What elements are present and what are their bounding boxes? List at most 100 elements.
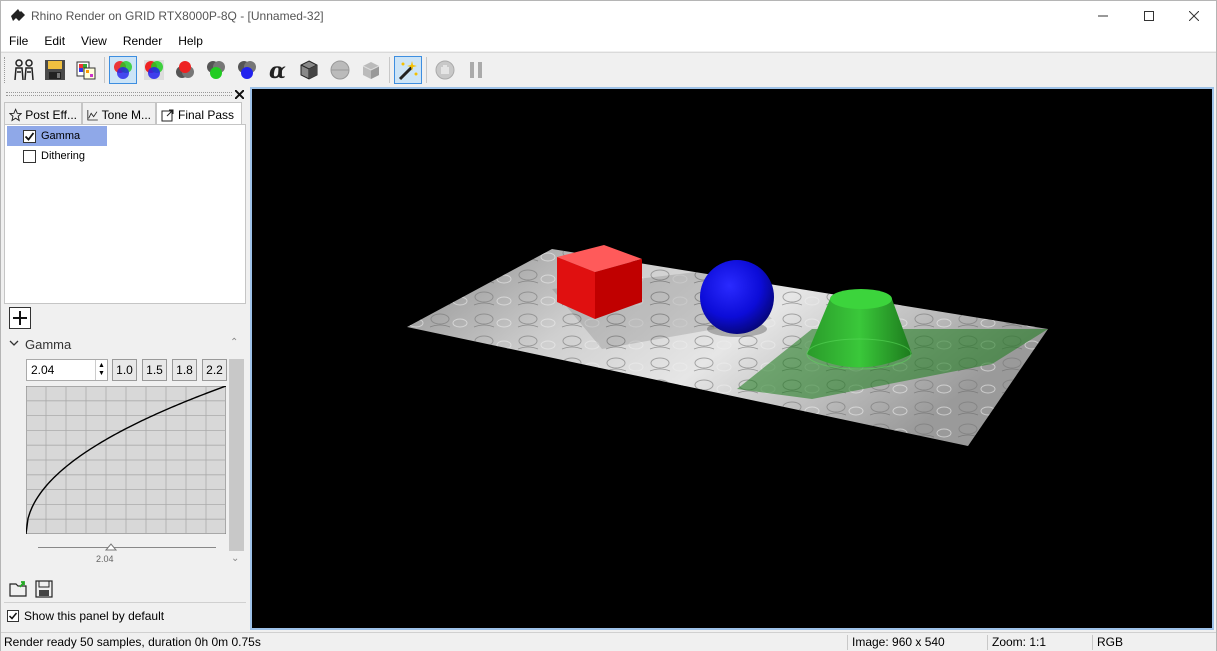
toolbar: α <box>1 52 1216 86</box>
save-icon <box>35 580 53 598</box>
blue-channel-icon <box>238 61 256 79</box>
panel-tabs: Post Eff... Tone M... Final Pass <box>4 102 246 124</box>
show-default-checkbox[interactable] <box>7 610 19 622</box>
preset-1-8-button[interactable]: 1.8 <box>172 359 197 381</box>
gamma-slider-track[interactable] <box>38 547 216 548</box>
divider <box>1092 635 1093 650</box>
close-button[interactable] <box>1171 1 1217 31</box>
post-effects-wand-button[interactable] <box>394 56 422 84</box>
minimize-icon <box>1098 15 1108 17</box>
green-cone-top <box>830 289 892 309</box>
list-item-label: Gamma <box>41 130 81 142</box>
list-item-gamma[interactable]: Gamma <box>7 126 107 146</box>
divider <box>4 602 246 603</box>
star-icon <box>9 108 23 122</box>
tab-label: Tone M... <box>101 108 151 122</box>
save-preset-button[interactable] <box>33 578 55 600</box>
gamma-value-field[interactable]: 2.04 ▲ ▼ <box>26 359 108 381</box>
title-bar: Rhino Render on GRID RTX8000P-8Q - [Unna… <box>1 1 1216 31</box>
checkmark-icon <box>8 612 18 620</box>
preset-1-0-button[interactable]: 1.0 <box>112 359 137 381</box>
menu-edit[interactable]: Edit <box>36 31 73 51</box>
gamma-section-header[interactable]: Gamma <box>9 335 241 353</box>
list-item-label: Dithering <box>41 150 86 162</box>
red-channel-button[interactable] <box>171 56 199 84</box>
panel-scrollbar[interactable] <box>229 359 244 551</box>
render-viewport[interactable] <box>250 87 1214 630</box>
render-window: Rhino Render on GRID RTX8000P-8Q - [Unna… <box>0 0 1217 651</box>
blue-channel-button[interactable] <box>233 56 261 84</box>
save-button[interactable] <box>41 56 69 84</box>
checkmark-icon <box>24 131 35 141</box>
show-panel-default-option[interactable]: Show this panel by default <box>7 607 164 625</box>
chart-line-icon <box>87 110 98 121</box>
rgb-channels-alt-button[interactable] <box>140 56 168 84</box>
sphere-channel-button[interactable] <box>326 56 354 84</box>
tab-label: Final Pass <box>178 108 235 122</box>
plus-icon <box>13 311 27 325</box>
pause-icon <box>470 62 482 78</box>
tab-label: Post Eff... <box>25 108 77 122</box>
toolbar-grip[interactable] <box>4 57 7 83</box>
spin-down-icon[interactable]: ▼ <box>98 370 105 378</box>
rgb-channels-alt-icon <box>144 60 164 80</box>
rhino-app-icon <box>11 9 25 21</box>
add-effect-button[interactable] <box>9 307 31 329</box>
menu-help[interactable]: Help <box>170 31 211 51</box>
color-palette-icon <box>76 61 96 80</box>
gamma-slider-thumb[interactable] <box>104 543 117 551</box>
chevron-up-icon[interactable]: ⌃ <box>230 337 238 348</box>
status-channel: RGB <box>1097 635 1124 649</box>
list-item-dithering[interactable]: Dithering <box>7 146 85 166</box>
menu-view[interactable]: View <box>73 31 115 51</box>
preset-2-2-button[interactable]: 2.2 <box>202 359 227 381</box>
spin-up-icon[interactable]: ▲ <box>98 362 105 370</box>
rgb-channels-button[interactable] <box>109 56 137 84</box>
cube-channel-icon <box>362 62 380 79</box>
toolbar-separator <box>389 57 390 83</box>
tab-final-pass[interactable]: Final Pass <box>156 102 242 124</box>
color-palette-button[interactable] <box>72 56 100 84</box>
chevron-down-icon[interactable]: ⌄ <box>231 553 239 564</box>
rendered-image <box>407 245 1048 446</box>
tab-tone-mapping[interactable]: Tone M... <box>82 102 156 124</box>
divider <box>847 635 848 650</box>
panel-close-button[interactable] <box>233 88 245 100</box>
render-group-button[interactable] <box>10 56 38 84</box>
menu-bar: File Edit View Render Help <box>1 31 1216 51</box>
divider <box>987 635 988 650</box>
alpha-channel-button[interactable]: α <box>264 56 292 84</box>
pause-button[interactable] <box>462 56 490 84</box>
alpha-channel-icon: α <box>269 59 286 81</box>
green-channel-icon <box>207 61 225 79</box>
post-effects-wand-icon <box>398 61 418 81</box>
menu-file[interactable]: File <box>1 31 36 51</box>
render-group-icon <box>14 59 34 81</box>
menu-render[interactable]: Render <box>115 31 170 51</box>
maximize-icon <box>1144 11 1154 21</box>
dithering-checkbox[interactable] <box>23 149 36 163</box>
stop-button[interactable] <box>431 56 459 84</box>
green-channel-button[interactable] <box>202 56 230 84</box>
stop-icon <box>435 60 455 80</box>
depth-channel-button[interactable] <box>295 56 323 84</box>
status-message: Render ready 50 samples, duration 0h 0m … <box>4 635 261 649</box>
depth-channel-icon <box>300 60 318 80</box>
chevron-down-icon <box>9 340 19 346</box>
preset-1-5-button[interactable]: 1.5 <box>142 359 167 381</box>
red-channel-icon <box>176 61 194 78</box>
minimize-button[interactable] <box>1080 1 1126 31</box>
export-icon <box>161 109 174 122</box>
tab-post-effects[interactable]: Post Eff... <box>4 102 82 124</box>
save-icon <box>45 60 65 80</box>
panel-grip[interactable] <box>6 92 232 96</box>
load-preset-button[interactable] <box>8 578 30 600</box>
gamma-checkbox[interactable] <box>23 129 36 143</box>
show-default-label: Show this panel by default <box>24 609 165 623</box>
blue-sphere <box>700 260 774 334</box>
status-bar: Render ready 50 samples, duration 0h 0m … <box>1 632 1216 651</box>
gamma-slider-value: 2.04 <box>96 554 114 564</box>
gamma-spinner[interactable]: ▲ ▼ <box>95 360 107 380</box>
maximize-button[interactable] <box>1126 1 1172 31</box>
cube-channel-button[interactable] <box>357 56 385 84</box>
